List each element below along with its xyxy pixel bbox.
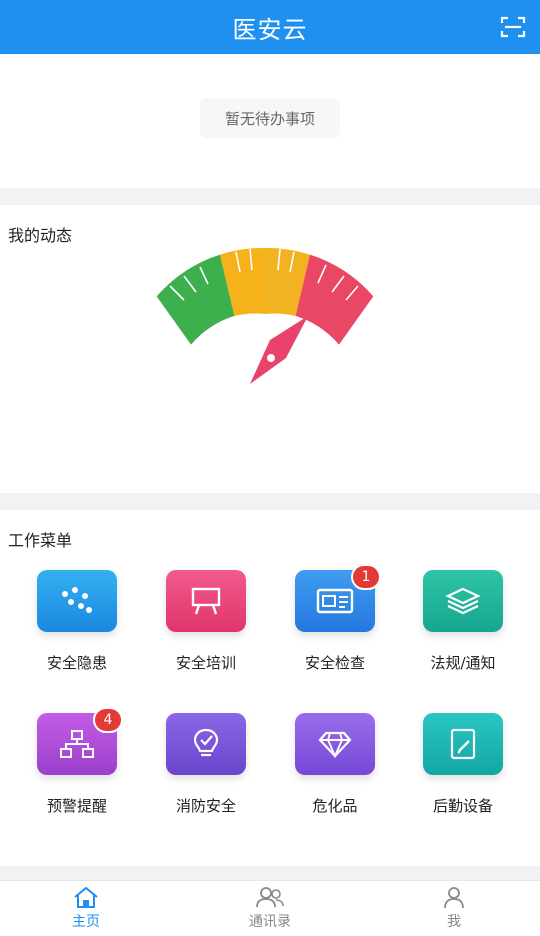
scan-icon (500, 16, 526, 38)
hierarchy-icon (60, 730, 94, 758)
menu-item-safety-inspection[interactable]: 1 安全检查 (275, 564, 395, 690)
menu-item-fire-safety[interactable]: 消防安全 (146, 713, 266, 833)
tab-label: 我 (447, 914, 461, 930)
layers-icon (445, 587, 481, 615)
menu-item-label: 后勤设备 (432, 797, 493, 815)
menu-item-hazardous-chemicals[interactable]: 危化品 (275, 713, 395, 833)
menu-item-safety-hazard[interactable]: 安全隐患 (17, 570, 137, 690)
id-card-icon (316, 588, 354, 614)
scan-button[interactable] (498, 12, 528, 42)
bulb-icon (193, 728, 219, 757)
menu-item-label: 消防安全 (175, 797, 236, 815)
tab-label: 通讯录 (249, 914, 291, 930)
menu-item-label: 安全检查 (304, 654, 365, 672)
easel-icon (191, 587, 221, 615)
notification-badge: 4 (93, 707, 123, 733)
person-icon (444, 887, 464, 909)
tab-home[interactable]: 主页 (26, 885, 146, 936)
tab-contacts[interactable]: 通讯录 (210, 885, 330, 936)
menu-title: 工作菜单 (8, 531, 73, 550)
page-title: 医安云 (232, 15, 308, 44)
tablet-edit-icon (450, 728, 476, 760)
tab-me[interactable]: 我 (394, 885, 514, 936)
menu-item-logistics-equipment[interactable]: 后勤设备 (403, 713, 523, 833)
diamond-icon (318, 731, 352, 759)
menu-item-label: 预警提醒 (46, 797, 107, 815)
dots-icon (62, 587, 92, 613)
app-header: 医安云 (0, 0, 540, 54)
tab-label: 主页 (72, 914, 100, 930)
menu-item-label: 安全隐患 (46, 654, 107, 672)
menu-item-label: 法规/通知 (430, 654, 496, 672)
notification-badge: 1 (351, 564, 381, 590)
menu-item-safety-training[interactable]: 安全培训 (146, 570, 266, 690)
gauge-icon (156, 247, 374, 384)
menu-item-label: 危化品 (312, 797, 358, 815)
todo-empty-text: 暂无待办事项 (200, 98, 340, 138)
menu-item-label: 安全培训 (175, 654, 236, 672)
contacts-icon (256, 887, 284, 908)
menu-item-regulations[interactable]: 法规/通知 (403, 570, 523, 690)
home-icon (74, 886, 98, 908)
menu-item-early-warning[interactable]: 4 预警提醒 (17, 707, 137, 833)
bottom-tab-bar: 主页 通讯录 我 (0, 880, 540, 936)
dynamics-title: 我的动态 (8, 226, 73, 245)
